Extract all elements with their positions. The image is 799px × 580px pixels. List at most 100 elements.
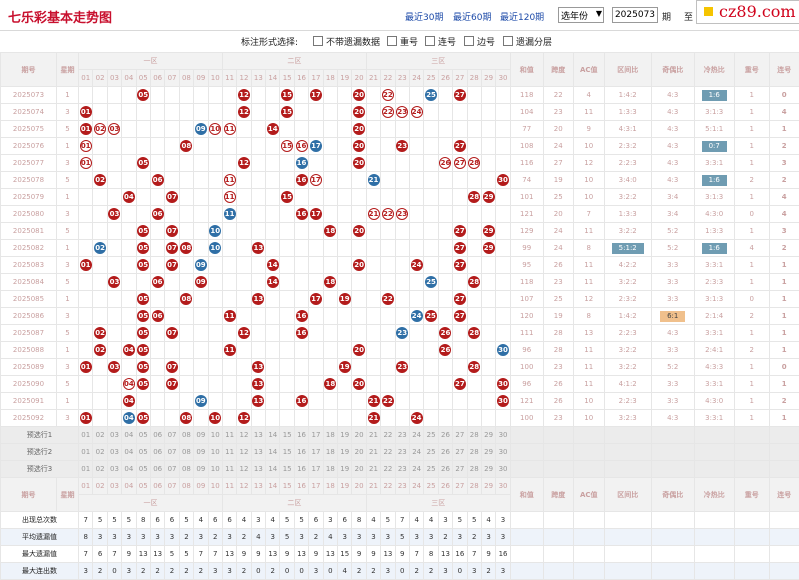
preselect-number[interactable]: 20 [352,427,366,444]
preselect-number[interactable]: 19 [338,427,352,444]
preselect-number[interactable]: 28 [467,427,481,444]
preselect-number[interactable]: 20 [352,461,366,478]
recent-60-link[interactable]: 最近60期 [453,10,491,23]
preselect-number[interactable]: 27 [453,461,467,478]
preselect-number[interactable]: 14 [266,461,280,478]
checkbox-icon[interactable] [313,36,323,46]
preselect-number[interactable]: 11 [222,461,236,478]
checkbox-icon[interactable] [503,36,513,46]
preselect-number[interactable]: 10 [208,461,222,478]
preselect-row[interactable]: 预选行1010203040506070809101112131415161718… [1,427,799,444]
option-consec[interactable]: 连号 [425,35,456,48]
preselect-number[interactable]: 30 [496,427,510,444]
preselect-number[interactable]: 02 [93,444,107,461]
preselect-number[interactable]: 25 [424,427,438,444]
preselect-number[interactable]: 24 [409,461,423,478]
preselect-number[interactable]: 26 [438,427,452,444]
preselect-number[interactable]: 04 [122,427,136,444]
preselect-number[interactable]: 17 [309,444,323,461]
preselect-number[interactable]: 28 [467,461,481,478]
preselect-number[interactable]: 13 [251,427,265,444]
preselect-number[interactable]: 07 [165,444,179,461]
preselect-number[interactable]: 03 [107,461,121,478]
preselect-number[interactable]: 06 [150,427,164,444]
preselect-number[interactable]: 24 [409,444,423,461]
preselect-number[interactable]: 27 [453,427,467,444]
preselect-number[interactable]: 12 [237,444,251,461]
checkbox-icon[interactable] [425,36,435,46]
preselect-number[interactable]: 02 [93,427,107,444]
preselect-number[interactable]: 03 [107,427,121,444]
preselect-number[interactable]: 13 [251,444,265,461]
preselect-number[interactable]: 29 [481,427,495,444]
preselect-number[interactable]: 06 [150,444,164,461]
preselect-number[interactable]: 18 [323,427,337,444]
preselect-number[interactable]: 30 [496,444,510,461]
preselect-number[interactable]: 12 [237,427,251,444]
preselect-number[interactable]: 11 [222,427,236,444]
preselect-number[interactable]: 05 [136,427,150,444]
recent-120-link[interactable]: 最近120期 [500,10,544,23]
preselect-number[interactable]: 07 [165,461,179,478]
checkbox-icon[interactable] [464,36,474,46]
preselect-number[interactable]: 09 [194,427,208,444]
preselect-number[interactable]: 17 [309,461,323,478]
preselect-number[interactable]: 16 [294,427,308,444]
preselect-number[interactable]: 22 [381,427,395,444]
preselect-number[interactable]: 16 [294,444,308,461]
preselect-number[interactable]: 21 [366,461,380,478]
preselect-number[interactable]: 15 [280,444,294,461]
preselect-number[interactable]: 14 [266,427,280,444]
option-repeat[interactable]: 重号 [387,35,418,48]
preselect-number[interactable]: 05 [136,444,150,461]
preselect-number[interactable]: 01 [79,444,93,461]
preselect-number[interactable]: 15 [280,461,294,478]
preselect-number[interactable]: 14 [266,444,280,461]
col-period-header[interactable]: 期号 [1,53,57,87]
preselect-number[interactable]: 09 [194,444,208,461]
preselect-number[interactable]: 10 [208,427,222,444]
preselect-number[interactable]: 08 [179,427,193,444]
preselect-number[interactable]: 13 [251,461,265,478]
preselect-number[interactable]: 18 [323,461,337,478]
preselect-number[interactable]: 03 [107,444,121,461]
preselect-number[interactable]: 29 [481,444,495,461]
preselect-number[interactable]: 04 [122,444,136,461]
preselect-number[interactable]: 24 [409,427,423,444]
preselect-row[interactable]: 预选行2010203040506070809101112131415161718… [1,444,799,461]
preselect-number[interactable]: 30 [496,461,510,478]
preselect-number[interactable]: 18 [323,444,337,461]
preselect-number[interactable]: 26 [438,444,452,461]
preselect-number[interactable]: 26 [438,461,452,478]
preselect-number[interactable]: 09 [194,461,208,478]
preselect-number[interactable]: 27 [453,444,467,461]
preselect-number[interactable]: 19 [338,444,352,461]
preselect-number[interactable]: 23 [395,427,409,444]
preselect-number[interactable]: 21 [366,427,380,444]
preselect-number[interactable]: 19 [338,461,352,478]
preselect-number[interactable]: 08 [179,461,193,478]
preselect-number[interactable]: 08 [179,444,193,461]
preselect-number[interactable]: 16 [294,461,308,478]
preselect-number[interactable]: 05 [136,461,150,478]
preselect-number[interactable]: 07 [165,427,179,444]
preselect-number[interactable]: 29 [481,461,495,478]
preselect-number[interactable]: 23 [395,461,409,478]
preselect-number[interactable]: 22 [381,461,395,478]
preselect-number[interactable]: 12 [237,461,251,478]
recent-30-link[interactable]: 最近30期 [405,10,443,23]
preselect-number[interactable]: 25 [424,444,438,461]
option-no-miss[interactable]: 不带遗漏数据 [313,35,380,48]
option-edge[interactable]: 边号 [464,35,495,48]
preselect-number[interactable]: 15 [280,427,294,444]
preselect-number[interactable]: 21 [366,444,380,461]
checkbox-icon[interactable] [387,36,397,46]
preselect-number[interactable]: 06 [150,461,164,478]
preselect-number[interactable]: 04 [122,461,136,478]
year-select[interactable]: 选年份 ▼ [558,7,604,23]
preselect-number[interactable]: 23 [395,444,409,461]
option-layer[interactable]: 遗漏分层 [503,35,552,48]
preselect-number[interactable]: 22 [381,444,395,461]
start-period-input[interactable]: 2025073 [612,7,658,23]
preselect-number[interactable]: 28 [467,444,481,461]
